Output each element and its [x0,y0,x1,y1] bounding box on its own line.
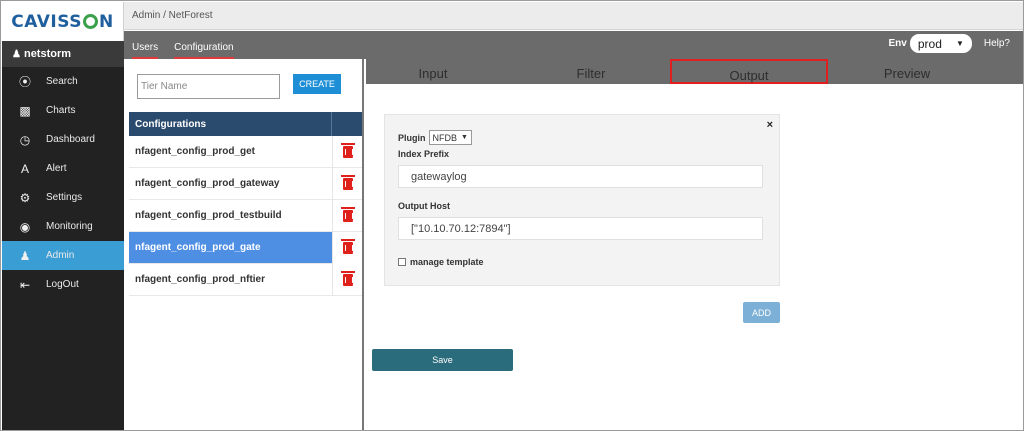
gauge-icon: ◷ [19,132,31,147]
config-name: nfagent_config_prod_gateway [135,178,280,189]
configurations-list: nfagent_config_prod_get nfagent_config_p… [129,135,362,296]
chevron-down-icon: ▼ [461,134,468,141]
alert-icon: A [20,161,29,176]
delete-button[interactable] [332,263,362,296]
add-button[interactable]: ADD [743,302,780,323]
plugin-select[interactable]: NFDB ▼ [428,130,472,145]
close-icon[interactable]: × [767,119,773,131]
delete-button[interactable] [332,167,362,200]
brand-bar: ♟ netstorm [2,41,124,67]
sidebar-item-label: Charts [46,105,76,116]
sidebar-item-label: Settings [46,192,83,203]
sidebar-item-label: Admin [46,250,75,261]
header-divider [331,112,332,136]
list-item[interactable]: nfagent_config_prod_gateway [129,167,362,200]
sidebar-item-label: LogOut [46,279,79,290]
index-prefix-input[interactable]: gatewaylog [398,165,763,188]
chevron-down-icon: ▼ [955,39,964,48]
env-label: Env [888,38,907,49]
sub-nav: Users Configuration Env prod ▼ Help? [124,31,1023,59]
sidebar-item-alert[interactable]: A Alert [2,154,124,183]
tab-preview[interactable]: Preview [828,59,986,84]
output-content: × Plugin NFDB ▼ Index Prefix gatewaylog … [366,84,1023,430]
env-select[interactable]: prod ▼ [909,34,972,53]
plugin-select-value: NFDB [432,132,458,143]
tab-filter[interactable]: Filter [512,59,670,84]
configurations-header-label: Configurations [135,118,207,130]
logo-o-icon [82,14,98,29]
tier-name-input[interactable]: Tier Name [137,74,280,99]
manage-template-checkbox-row[interactable]: manage template [398,257,484,267]
sidebar-item-logout[interactable]: ⇤ LogOut [2,270,124,299]
delete-button[interactable] [332,231,362,264]
logo: CAVISS N [2,2,124,41]
configurations-header: Configurations [129,112,362,136]
step-tabs: Input Filter Output Preview [366,59,1023,84]
sidebar-item-dashboard[interactable]: ◷ Dashboard [2,125,124,154]
user-icon: ♟ [19,248,31,263]
sidebar-item-label: Dashboard [46,134,95,145]
create-button[interactable]: CREATE [293,74,341,94]
gear-icon: ⚙ [19,190,31,205]
tab-input[interactable]: Input [354,59,512,84]
env-selector-group: Env prod ▼ Help? [889,34,1010,53]
logo-text: CAVISS N [11,12,113,32]
output-plugin-card: × Plugin NFDB ▼ Index Prefix gatewaylog … [384,114,780,286]
tab-output[interactable]: Output [670,59,828,84]
sidebar-item-monitoring[interactable]: ◉ Monitoring [2,212,124,241]
sidebar-item-label: Alert [46,163,67,174]
trash-icon [340,206,355,222]
list-item-selected[interactable]: nfagent_config_prod_gate [129,231,362,264]
sidebar-item-settings[interactable]: ⚙ Settings [2,183,124,212]
output-host-label: Output Host [398,201,450,211]
delete-button[interactable] [332,135,362,168]
trash-icon [340,174,355,190]
save-button[interactable]: Save [372,349,513,371]
globe-icon: ◉ [19,219,31,234]
index-prefix-label: Index Prefix [398,149,450,159]
help-link[interactable]: Help? [984,38,1010,49]
bar-chart-icon: ▩ [19,103,31,118]
compass-icon: ⦿ [18,75,31,89]
sidebar-item-charts[interactable]: ▩ Charts [2,96,124,125]
plugin-label: Plugin [398,132,426,143]
config-name: nfagent_config_prod_nftier [135,274,266,285]
config-name: nfagent_config_prod_testbuild [135,210,282,221]
config-name: nfagent_config_prod_get [135,146,256,157]
sidebar-item-label: Search [46,76,78,87]
logout-icon: ⇤ [19,277,31,292]
delete-button[interactable] [332,199,362,232]
list-item[interactable]: nfagent_config_prod_nftier [129,263,362,296]
config-editor: Input Filter Output Preview × Plugin NFD… [366,59,1023,430]
sidebar: CAVISS N ♟ netstorm ⦿ Search ▩ Charts ◷ Dash… [2,2,124,430]
output-host-input[interactable]: ["10.10.70.12:7894"] [398,217,763,240]
trash-icon [340,238,355,254]
manage-template-checkbox[interactable] [398,258,406,266]
tab-users[interactable]: Users [132,42,159,59]
sidebar-item-label: Monitoring [46,221,93,232]
env-select-value: prod [917,36,942,51]
config-name: nfagent_config_prod_gate [135,242,261,253]
breadcrumb: Admin / NetForest [124,2,1023,30]
app-window: CAVISS N ♟ netstorm ⦿ Search ▩ Charts ◷ Dash… [0,0,1024,431]
logo-text-left: CAVISS [11,11,82,32]
configurations-panel: Tier Name CREATE Configurations nfagent_… [124,59,364,430]
list-item[interactable]: nfagent_config_prod_testbuild [129,199,362,232]
plugin-row: Plugin NFDB ▼ [398,130,472,145]
trash-icon [340,270,355,286]
list-item[interactable]: nfagent_config_prod_get [129,135,362,168]
sidebar-item-search[interactable]: ⦿ Search [2,67,124,96]
sidebar-item-admin[interactable]: ♟ Admin [2,241,124,270]
breadcrumb-text: Admin / NetForest [132,10,213,21]
brand-name: netstorm [23,48,72,60]
trash-icon [340,142,355,158]
logo-text-right: N [98,11,114,32]
sidebar-nav: ⦿ Search ▩ Charts ◷ Dashboard A Alert ⚙ Setti… [2,67,124,299]
user-icon: ♟ [12,48,21,60]
tab-configuration[interactable]: Configuration [174,42,234,59]
manage-template-label: manage template [410,257,484,267]
